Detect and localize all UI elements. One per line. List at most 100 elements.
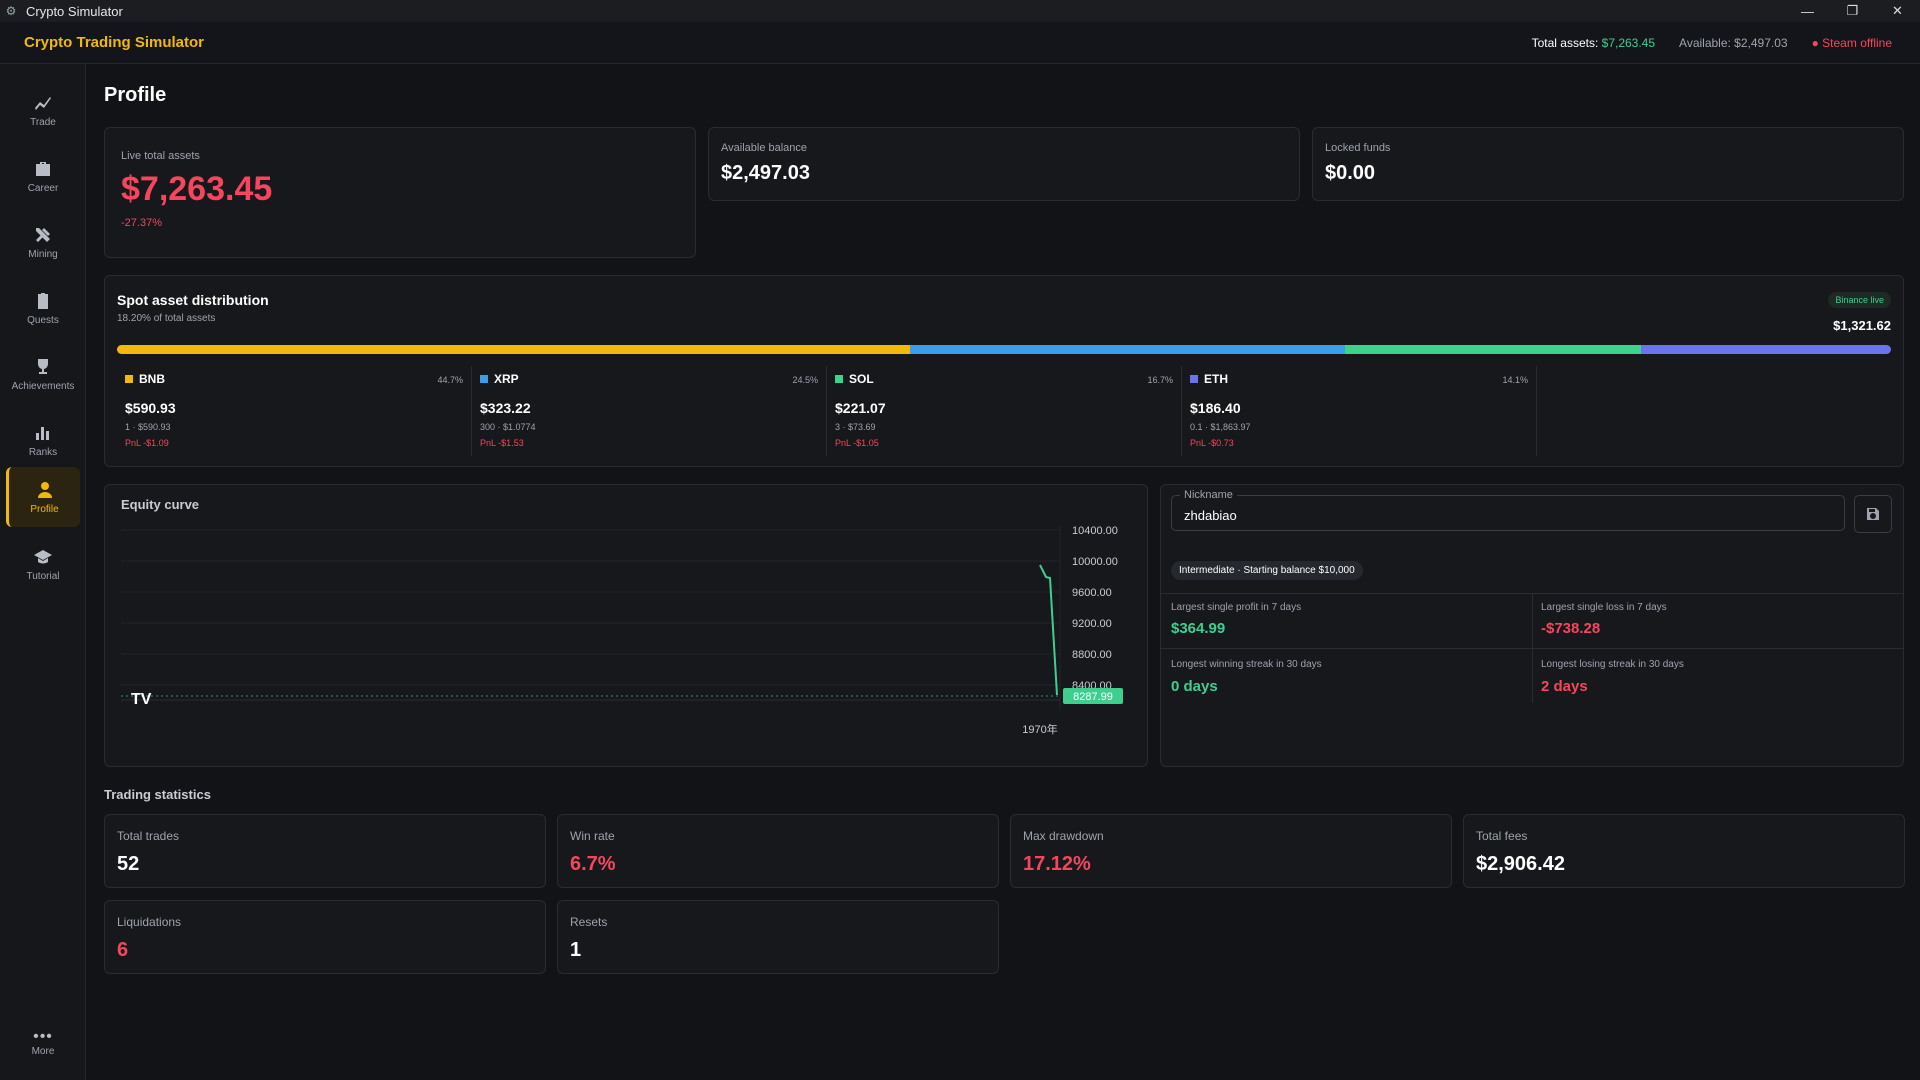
win-streak-value: 0 days [1171,678,1218,695]
profile-card: Nickname zhdabiao Intermediate · Startin… [1160,484,1904,767]
user-icon [37,481,52,498]
live-total-assets-change: -27.37% [121,217,162,229]
live-total-assets-card: Live total assets $7,263.45 -27.37% [104,127,696,258]
stat-label: Total fees [1476,829,1528,843]
lose-streak-value: 2 days [1541,678,1588,695]
sidebar-item-label: More [31,1045,55,1057]
sidebar-item-label: Quests [27,314,59,326]
sidebar-item-trade[interactable]: Trade [6,80,80,140]
locked-funds-value: $0.00 [1325,162,1376,184]
stat-total-trades: Total trades 52 [104,814,546,888]
brand-title: Crypto Trading Simulator [24,34,205,51]
asset-card-sol: SOL 16.7% $221.07 3 · $73.69 PnL -$1.05 [827,366,1182,456]
header-status: Total assets: $7,263.45 Available: $2,49… [1532,22,1892,64]
asset-color-swatch [835,375,843,383]
restore-icon[interactable]: ❐ [1830,0,1875,22]
sidebar-item-career[interactable]: Career [6,146,80,206]
clipboard-icon [38,292,48,309]
asset-name: SOL [835,372,1173,386]
tradingview-logo: TV [131,691,152,708]
asset-quantity: 3 · $73.69 [835,422,876,432]
sidebar: Trade Career Mining Quests Achievements … [0,64,86,1080]
asset-pnl: PnL -$1.09 [125,438,169,448]
nickname-input[interactable]: zhdabiao [1184,508,1237,523]
sidebar-item-tutorial[interactable]: Tutorial [6,534,80,594]
spot-distribution-subtitle: 18.20% of total assets [117,313,216,324]
sidebar-item-more[interactable]: ••• More [6,1019,80,1065]
trophy-icon [37,358,49,374]
asset-color-swatch [125,375,133,383]
stat-label: Liquidations [117,915,182,929]
asset-symbol: SOL [849,372,874,386]
total-assets-readout: Total assets: $7,263.45 [1532,36,1655,50]
total-assets-value: $7,263.45 [1601,36,1656,50]
asset-percent: 14.1% [1502,375,1528,385]
sidebar-item-label: Career [27,182,59,194]
largest-profit-label: Largest single profit in 7 days [1171,602,1302,613]
graduation-cap-icon [34,549,52,563]
spot-distribution-card: Spot asset distribution 18.20% of total … [104,275,1904,467]
spot-distribution-title: Spot asset distribution [117,292,269,308]
nickname-field[interactable]: Nickname zhdabiao [1171,489,1845,531]
asset-quantity: 300 · $1.0774 [480,422,536,432]
asset-percent: 16.7% [1147,375,1173,385]
level-badge: Intermediate · Starting balance $10,000 [1171,561,1363,580]
stat-label: Resets [570,915,608,929]
y-tick: 10000.00 [1072,556,1118,568]
trading-statistics-title: Trading statistics [104,787,211,802]
asset-symbol: ETH [1204,372,1228,386]
briefcase-icon [36,161,50,176]
stat-liquidations: Liquidations 6 [104,900,546,974]
distribution-segment-xrp [909,345,1345,354]
asset-symbol: XRP [494,372,519,386]
available-readout: Available: $2,497.03 [1679,36,1788,50]
live-total-assets-value: $7,263.45 [121,170,273,208]
equity-chart[interactable]: 10400.00 10000.00 9600.00 9200.00 8800.0… [105,485,1149,768]
win-streak-label: Longest winning streak in 30 days [1171,659,1322,670]
asset-color-swatch [480,375,488,383]
sidebar-item-achievements[interactable]: Achievements [6,344,80,404]
stat-label: Max drawdown [1023,829,1104,843]
save-nickname-button[interactable] [1854,495,1892,533]
app-gear-icon: ⚙ [5,4,17,18]
live-total-assets-label: Live total assets [121,150,200,162]
asset-card-xrp: XRP 24.5% $323.22 300 · $1.0774 PnL -$1.… [472,366,827,456]
last-value-text: 8287.99 [1073,691,1113,703]
steam-status: ● Steam offline [1811,36,1892,50]
asset-pnl: PnL -$1.05 [835,438,879,448]
y-tick: 8800.00 [1072,649,1112,661]
minimize-icon[interactable]: — [1785,0,1830,22]
y-tick: 9600.00 [1072,587,1112,599]
sidebar-item-label: Ranks [28,446,58,458]
window-controls: — ❐ ✕ [1785,0,1920,22]
asset-name: BNB [125,372,463,386]
available-balance-label: Available balance [721,142,808,154]
save-icon [1867,508,1879,520]
asset-value: $323.22 [480,400,531,416]
available-balance-value: $2,497.03 [721,162,810,184]
largest-loss-label: Largest single loss in 7 days [1541,602,1667,613]
window-titlebar: ⚙ Crypto Simulator — ❐ ✕ [0,0,1920,22]
largest-profit-value: $364.99 [1171,620,1226,637]
steam-status-label: Steam offline [1822,36,1892,50]
asset-name: XRP [480,372,818,386]
stat-resets: Resets 1 [557,900,999,974]
asset-value: $221.07 [835,400,886,416]
x-axis-label: 1970年 [1022,722,1057,736]
binance-live-badge: Binance live [1828,292,1891,308]
window-title: Crypto Simulator [26,3,123,19]
sidebar-item-quests[interactable]: Quests [6,278,80,338]
close-icon[interactable]: ✕ [1875,0,1920,22]
stat-value: 17.12% [1023,853,1091,875]
sidebar-item-profile[interactable]: Profile [6,467,80,527]
locked-funds-label: Locked funds [1325,142,1391,154]
equity-line [1039,564,1058,696]
stat-value: 6 [117,939,129,961]
sidebar-item-ranks[interactable]: Ranks [6,410,80,470]
asset-value: $186.40 [1190,400,1241,416]
largest-loss-value: -$738.28 [1541,620,1601,637]
distribution-segment-sol [1344,345,1641,354]
divider [1161,648,1903,649]
asset-color-swatch [1190,375,1198,383]
sidebar-item-mining[interactable]: Mining [6,212,80,272]
